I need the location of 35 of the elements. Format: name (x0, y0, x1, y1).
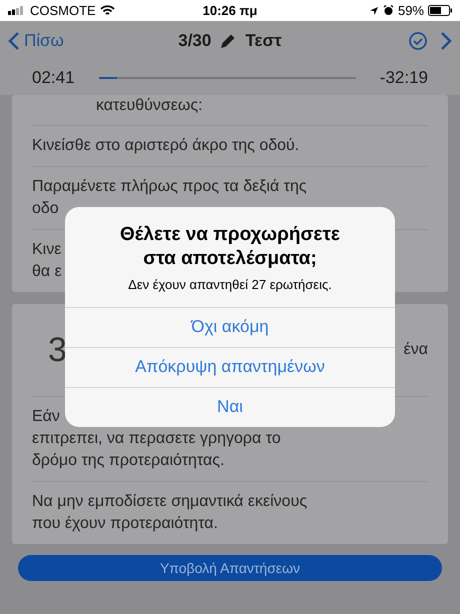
answer-text[interactable]: Κινε (32, 239, 62, 261)
alert-action-button[interactable]: Όχι ακόμη (65, 306, 395, 346)
submit-answers-button[interactable]: Υποβολή Απαντήσεων (18, 555, 442, 581)
test-title: Τεστ (245, 30, 282, 52)
question-number: 3 (47, 339, 68, 361)
question-text: ένα (404, 340, 428, 360)
location-arrow-icon (368, 6, 379, 16)
wifi-icon (100, 5, 115, 16)
answer-text[interactable]: Εάν (32, 406, 60, 428)
alert-action-button[interactable]: Απόκρυψη απαντημένων (65, 346, 395, 386)
answer-text[interactable]: Κινείσθε στο αριστερό άκρο της οδού. (32, 135, 300, 157)
answer-text[interactable]: Να μην εμποδίσετε σημαντικά εκείνους (32, 491, 308, 513)
pencil-icon (219, 32, 238, 50)
answer-text[interactable]: επιτρεπει, να περασετε γρηγορα το (32, 428, 281, 450)
answer-text[interactable]: οδο (32, 198, 59, 220)
battery-icon (428, 5, 452, 16)
question-text: κατευθύνσεως: (96, 96, 204, 116)
answer-text[interactable]: δρόμο της προτεραιότητας. (32, 450, 224, 472)
alarm-icon (382, 5, 394, 16)
battery-percent: 59% (398, 2, 424, 20)
chevron-right-icon[interactable] (440, 31, 452, 51)
alert-title: Θέλετε να προχωρήσετε στα αποτελέσματα; (119, 223, 341, 271)
carrier-name: COSMOTE (30, 2, 96, 20)
signal-icon (8, 6, 26, 15)
check-circle-icon[interactable] (408, 31, 428, 51)
alert-message: Δεν έχουν απαντηθεί 27 ερωτήσεις. (127, 276, 333, 294)
chevron-left-icon (8, 31, 20, 51)
answer-text[interactable]: Παραμένετε πλήρως προς τα δεξιά της (32, 176, 307, 198)
answer-text[interactable]: που έχουν προτεραιότητα. (32, 513, 218, 535)
question-counter: 3/30 (178, 30, 212, 52)
remaining-time: -32:19 (380, 67, 428, 90)
elapsed-time: 02:41 (32, 67, 75, 90)
alert-action-button[interactable]: Ναι (65, 386, 395, 426)
answer-text[interactable]: θα ε (32, 261, 62, 283)
status-time: 10:26 πμ (202, 2, 258, 20)
